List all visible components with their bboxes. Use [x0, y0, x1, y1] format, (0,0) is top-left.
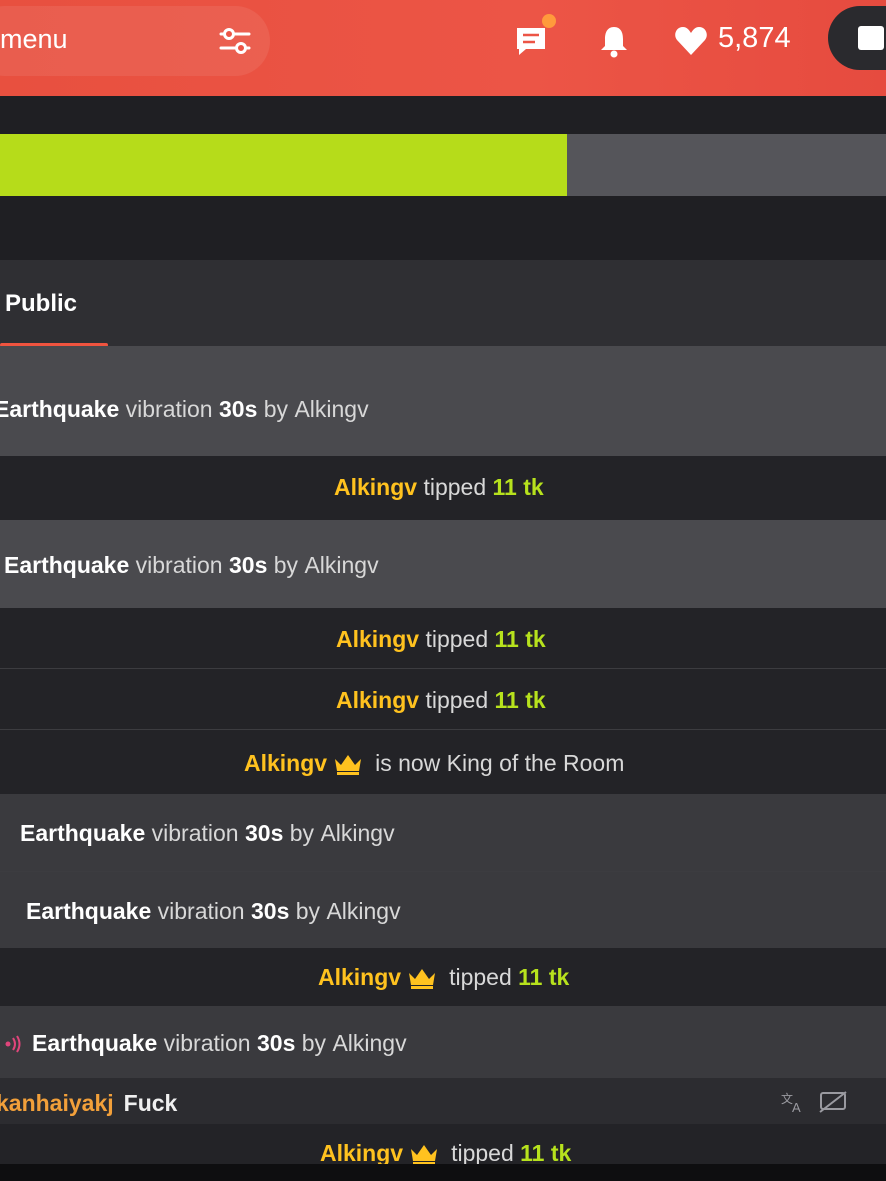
top-bar: menu 5,874 — [0, 0, 886, 96]
list-item: Earthquake vibration 30s by Alkingv — [0, 346, 886, 456]
tab-public[interactable]: Public — [5, 290, 77, 318]
vibration-icon — [5, 1034, 21, 1053]
list-item: Alkingv tipped 11 tk — [0, 669, 886, 730]
list-item: Alkingv tipped 11 tk — [0, 456, 886, 520]
notification-dot — [542, 14, 556, 28]
chat-input-bar[interactable] — [0, 1164, 886, 1181]
list-item: Earthquake vibration 30s by Alkingv — [0, 1006, 886, 1078]
list-item: Alkingv is now King of the Room — [0, 730, 886, 794]
goal-progress-bar — [0, 134, 886, 196]
heart-icon[interactable] — [674, 25, 708, 57]
goal-progress-fill — [0, 134, 568, 196]
crown-icon — [409, 968, 436, 989]
chat-tabs: Public — [0, 260, 886, 347]
messages-icon[interactable] — [514, 24, 548, 58]
list-item: Alkingv tipped 11 tk — [0, 608, 886, 669]
token-balance[interactable]: 5,874 — [718, 22, 791, 55]
list-item: Earthquake vibration 30s by Alkingv — [0, 794, 886, 872]
list-item: Alkingv tipped 11 tk — [0, 948, 886, 1006]
hide-message-icon[interactable] — [818, 1090, 848, 1114]
spacer-band — [0, 96, 886, 134]
bell-icon[interactable] — [598, 24, 630, 58]
crown-icon — [411, 1144, 438, 1165]
list-item: Earthquake vibration 30s by Alkingv — [0, 520, 886, 608]
chat-feed[interactable]: Earthquake vibration 30s by Alkingv Alki… — [0, 346, 886, 1181]
square-icon[interactable] — [858, 26, 884, 50]
filter-sliders-icon[interactable] — [218, 24, 252, 58]
spacer-band — [0, 196, 886, 260]
list-item: Earthquake vibration 30s by Alkingv — [0, 872, 886, 948]
menu-label[interactable]: menu — [0, 24, 68, 55]
svg-text:A: A — [792, 1100, 801, 1114]
list-item: kanhaiyakj Fuck 文 A — [0, 1078, 886, 1124]
crown-icon — [335, 754, 362, 775]
translate-icon[interactable]: 文 A — [780, 1090, 806, 1114]
